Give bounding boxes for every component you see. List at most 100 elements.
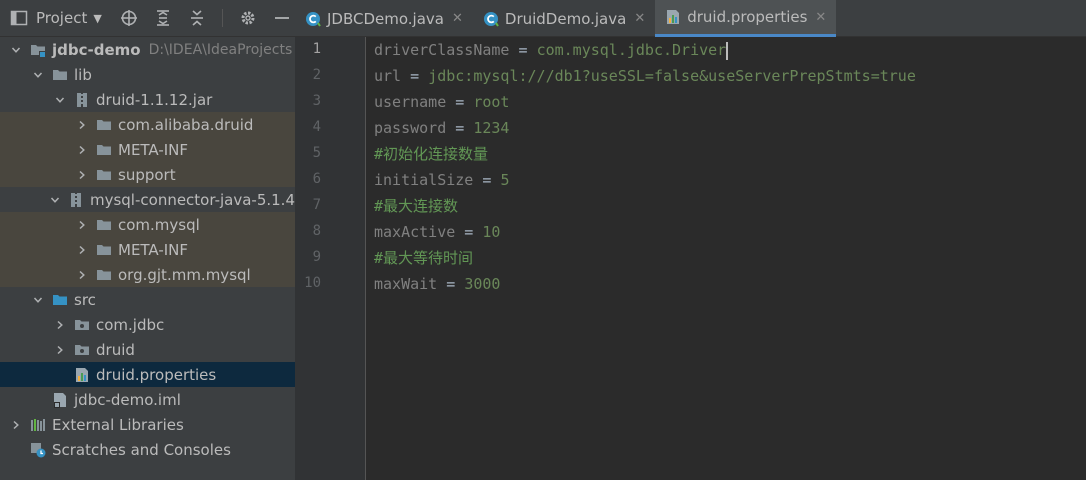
chevron-right-icon[interactable] — [76, 219, 88, 231]
tree-node[interactable]: src — [0, 287, 295, 312]
code-line[interactable]: username = root — [374, 89, 509, 115]
tree-node[interactable]: support — [0, 162, 295, 187]
tree-node-label: com.mysql — [118, 215, 200, 234]
text-caret — [726, 41, 729, 60]
tree-node[interactable]: com.jdbc — [0, 312, 295, 337]
tree-node[interactable]: META-INF — [0, 237, 295, 262]
editor-tab[interactable]: druid.properties ✕ — [655, 0, 837, 37]
folder-icon — [96, 267, 112, 283]
chevron-right-icon[interactable] — [76, 269, 88, 281]
property-key: url — [374, 67, 402, 85]
property-key: initialSize — [374, 171, 474, 189]
tree-node[interactable]: mysql-connector-java-5.1.4 — [0, 187, 295, 212]
toolbar-divider — [221, 9, 223, 27]
assignment-operator: = — [455, 223, 483, 241]
line-number: 1 — [312, 41, 321, 57]
tree-node-label: jdbc-demo.iml — [74, 390, 181, 409]
chevron-right-icon[interactable] — [76, 119, 88, 131]
select-opened-file-icon[interactable] — [120, 9, 138, 27]
tree-node-label: lib — [74, 65, 92, 84]
code-line[interactable]: #初始化连接数量 — [374, 141, 488, 167]
line-number: 7 — [312, 197, 321, 213]
tree-node-label: druid — [96, 340, 135, 359]
folder-icon — [96, 242, 112, 258]
chevron-down-icon[interactable] — [54, 94, 66, 106]
assignment-operator: = — [446, 119, 474, 137]
tree-node[interactable]: com.alibaba.druid — [0, 112, 295, 137]
libraries-icon — [30, 417, 46, 433]
assignment-operator: = — [473, 171, 501, 189]
code-line[interactable]: initialSize = 5 — [374, 167, 509, 193]
assignment-operator: = — [401, 67, 429, 85]
tree-node[interactable]: External Libraries — [0, 412, 295, 437]
code-line[interactable]: maxActive = 10 — [374, 219, 500, 245]
tree-node[interactable]: druid-1.1.12.jar — [0, 87, 295, 112]
property-value: 1234 — [473, 119, 510, 137]
project-view-selector[interactable]: Project — [36, 9, 87, 27]
chevron-down-icon[interactable] — [49, 194, 60, 206]
code-line[interactable]: #最大等待时间 — [374, 245, 473, 271]
tree-node-label: com.alibaba.druid — [118, 115, 254, 134]
code-line[interactable]: driverClassName = com.mysql.jdbc.Driver — [374, 37, 729, 63]
chevron-down-icon[interactable] — [10, 44, 22, 56]
property-value: root — [473, 93, 510, 111]
property-value: 3000 — [464, 275, 501, 293]
chevron-right-icon[interactable] — [76, 144, 88, 156]
collapse-all-icon[interactable] — [188, 9, 206, 27]
chevron-right-icon[interactable] — [54, 344, 66, 356]
tab-label: druid.properties — [687, 8, 808, 26]
line-number: 3 — [312, 93, 321, 109]
tree-node[interactable]: jdbc-demo D:\IDEA\IdeaProjects — [0, 37, 295, 62]
line-number: 2 — [312, 67, 321, 83]
java-class-icon — [305, 11, 321, 27]
chevron-down-icon[interactable]: ▼ — [93, 12, 101, 25]
tree-node[interactable]: druid — [0, 337, 295, 362]
code-line[interactable]: password = 1234 — [374, 115, 509, 141]
chevron-right-icon[interactable] — [10, 419, 22, 431]
tree-node-label: support — [118, 165, 176, 184]
chevron-right-icon[interactable] — [76, 244, 88, 256]
property-value: com.mysql.jdbc.Driver — [536, 41, 727, 59]
assignment-operator: = — [437, 275, 465, 293]
property-key: driverClassName — [374, 41, 510, 59]
code-editor[interactable]: driverClassName = com.mysql.jdbc.Driver u… — [366, 37, 1086, 480]
tree-node[interactable]: Scratches and Consoles — [0, 437, 295, 462]
close-icon[interactable]: ✕ — [452, 11, 463, 26]
close-icon[interactable]: ✕ — [815, 10, 826, 25]
tree-node[interactable]: com.mysql — [0, 212, 295, 237]
chevron-right-icon[interactable] — [54, 319, 66, 331]
code-line[interactable]: url = jdbc:mysql:///db1?useSSL=false&use… — [374, 63, 916, 89]
tree-node-label: jdbc-demo — [52, 40, 141, 59]
hide-panel-icon[interactable] — [273, 9, 291, 27]
tree-node[interactable]: jdbc-demo.iml — [0, 387, 295, 412]
code-line[interactable]: #最大连接数 — [374, 193, 458, 219]
gear-icon[interactable] — [239, 9, 257, 27]
editor-tab-bar: JDBCDemo.java ✕ DruidDemo.java ✕ druid.prope… — [295, 0, 1086, 37]
jar-icon — [68, 192, 84, 208]
property-key: maxWait — [374, 275, 438, 293]
chevron-down-icon[interactable] — [32, 294, 44, 306]
tree-node[interactable]: META-INF — [0, 137, 295, 162]
editor-tab[interactable]: DruidDemo.java ✕ — [473, 0, 655, 37]
tree-node[interactable]: druid.properties — [0, 362, 295, 387]
tree-node-label: Scratches and Consoles — [52, 440, 231, 459]
chevron-right-icon[interactable] — [76, 169, 88, 181]
line-number: 4 — [312, 119, 321, 135]
line-number: 6 — [312, 171, 321, 187]
tree-node[interactable]: org.gjt.mm.mysql — [0, 262, 295, 287]
tree-node-label: druid-1.1.12.jar — [96, 90, 213, 109]
code-line[interactable]: maxWait = 3000 — [374, 271, 500, 297]
folder-icon — [96, 142, 112, 158]
editor-tab[interactable]: JDBCDemo.java ✕ — [295, 0, 473, 37]
tree-node[interactable]: lib — [0, 62, 295, 87]
line-number: 10 — [304, 275, 321, 291]
tree-node-label: External Libraries — [52, 415, 184, 434]
properties-file-icon — [665, 9, 681, 25]
close-icon[interactable]: ✕ — [634, 11, 645, 26]
property-key: password — [374, 119, 447, 137]
tab-label: DruidDemo.java — [504, 9, 627, 28]
expand-all-icon[interactable] — [154, 9, 172, 27]
project-view-icon — [10, 10, 28, 26]
chevron-down-icon[interactable] — [32, 69, 44, 81]
